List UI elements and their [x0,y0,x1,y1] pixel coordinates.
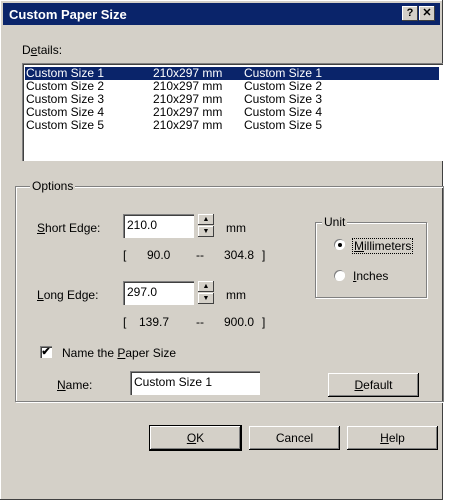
long-edge-up-icon[interactable]: ▲ [198,281,214,292]
help-icon[interactable]: ? [402,6,418,21]
options-group-title: Options [30,179,76,193]
long-edge-range-sep: -- [196,315,204,329]
cancel-button[interactable]: Cancel [249,426,340,450]
long-edge-unit: mm [226,288,246,302]
default-button[interactable]: Default [328,373,419,397]
short-edge-unit: mm [226,221,246,235]
short-edge-min: 90.0 [147,248,171,262]
details-label: Details: [22,43,63,57]
help-button[interactable]: Help [347,426,438,450]
window-title: Custom Paper Size [9,7,127,22]
millimeters-radio[interactable] [334,239,345,250]
name-paper-size-label[interactable]: Name the Paper Size [62,346,176,360]
short-edge-range-sep: -- [196,248,204,262]
long-edge-down-icon[interactable]: ▼ [198,293,214,304]
long-edge-input[interactable]: 297.0 [123,281,194,305]
short-edge-range-open: [ [123,248,127,262]
short-edge-range-close: ] [262,248,266,262]
inches-label[interactable]: Inches [353,269,388,283]
short-edge-up-icon[interactable]: ▲ [198,214,214,225]
details-list[interactable]: Custom Size 1 210x297 mm Custom Size 1 C… [22,63,443,161]
unit-group [315,222,427,298]
long-edge-min: 139.7 [139,315,170,329]
name-label: Name: [57,378,93,392]
title-bar[interactable]: Custom Paper Size ? ✕ [3,3,440,25]
short-edge-label: Short Edge: [37,221,101,235]
long-edge-range-open: [ [123,315,127,329]
name-paper-size-checkbox[interactable]: ✔ [40,346,52,358]
short-edge-down-icon[interactable]: ▼ [198,226,214,237]
inches-radio[interactable] [334,270,345,281]
custom-paper-size-dialog: Custom Paper Size ? ✕ Details: Custom Si… [0,0,444,500]
millimeters-label[interactable]: Millimeters [352,238,414,254]
short-edge-max: 304.8 [224,248,255,262]
short-edge-input[interactable]: 210.0 [123,214,194,238]
unit-group-title: Unit [322,215,348,229]
list-item[interactable]: Custom Size 5 210x297 mm Custom Size 5 [25,119,439,132]
long-edge-range-close: ] [262,315,266,329]
close-icon[interactable]: ✕ [419,6,435,21]
name-input[interactable]: Custom Size 1 [130,371,260,395]
long-edge-label: Long Edge: [37,288,99,302]
ok-button[interactable]: OK [150,426,241,450]
long-edge-max: 900.0 [224,315,255,329]
